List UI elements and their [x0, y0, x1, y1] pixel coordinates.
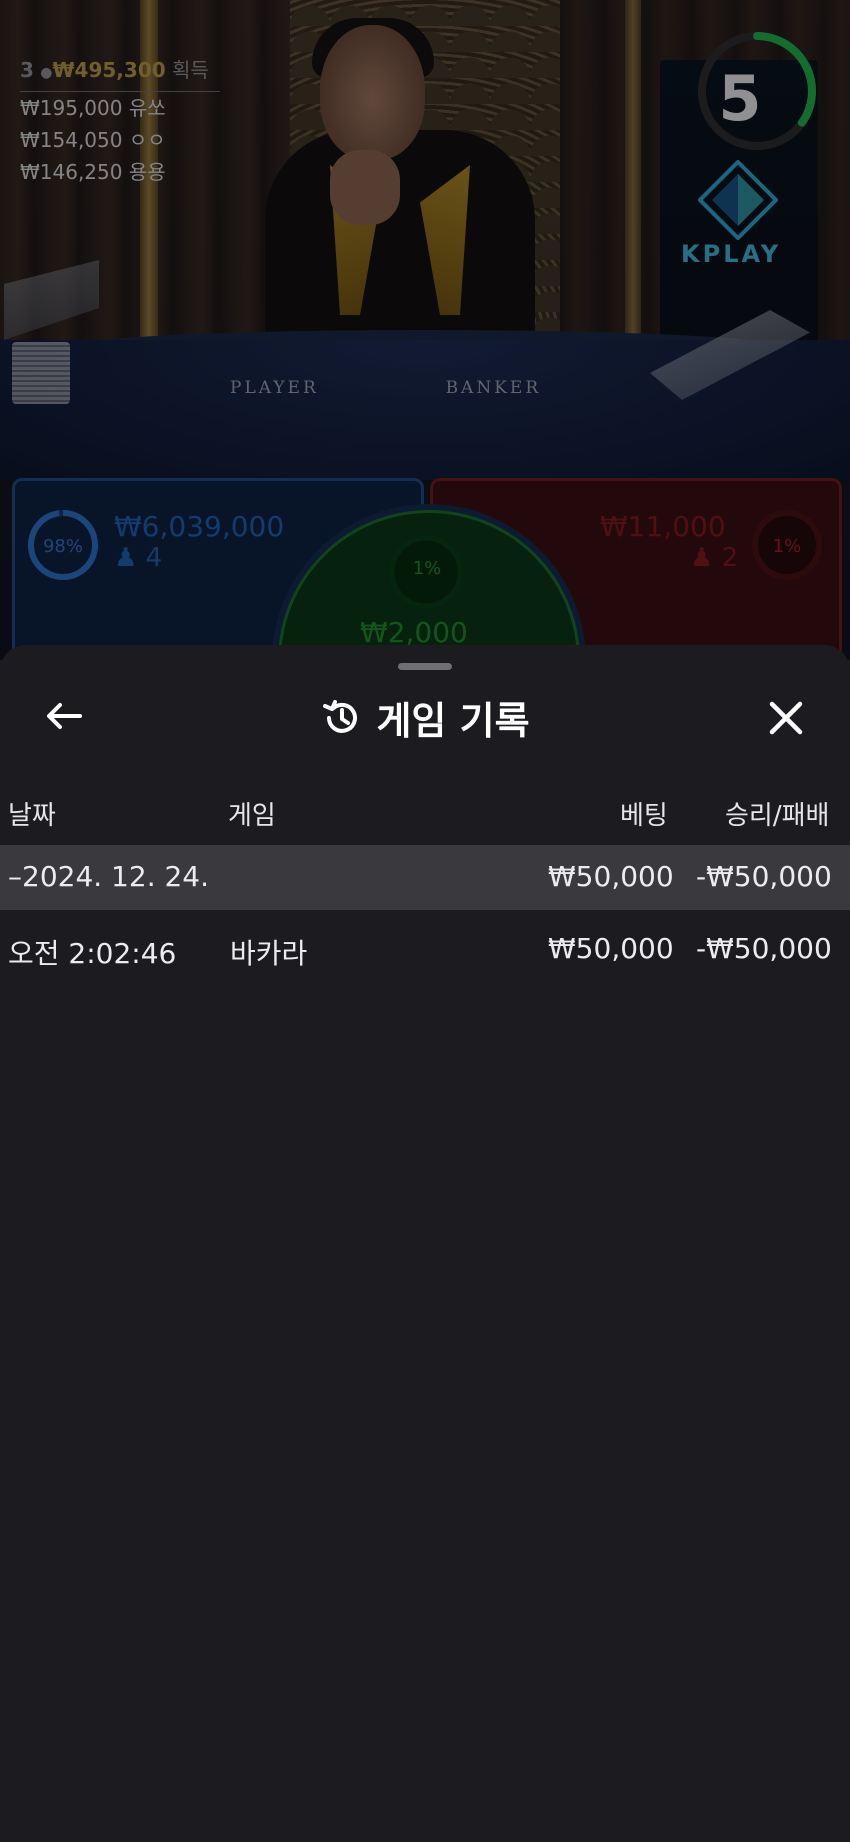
close-button[interactable]: [762, 694, 810, 742]
day-group-result: -₩50,000: [696, 860, 832, 893]
column-header-result: 승리/패배: [725, 801, 830, 831]
history-row-game: 바카라: [230, 937, 308, 970]
history-row-result: -₩50,000: [696, 932, 832, 965]
live-video-stream: KPLAY PLAYER BANKER 5 3 ●₩495,300 획득 ₩19…: [0, 0, 850, 660]
history-row-bet: ₩50,000: [548, 932, 674, 965]
game-history-sheet: [0, 645, 850, 1842]
column-header-game: 게임: [228, 801, 276, 831]
day-group-date: –2024. 12. 24.: [8, 860, 210, 893]
day-group-bet: ₩50,000: [548, 860, 674, 893]
column-header-bet: 베팅: [620, 801, 668, 831]
sheet-drag-handle[interactable]: [398, 663, 452, 670]
history-row-time: 오전 2:02:46: [8, 937, 177, 970]
sheet-header: 게임 기록: [0, 690, 850, 745]
close-icon: [769, 701, 803, 735]
column-header-date: 날짜: [8, 801, 56, 831]
video-dim-overlay: [0, 0, 850, 660]
history-icon: [323, 699, 358, 733]
sheet-title: 게임 기록: [376, 699, 530, 743]
